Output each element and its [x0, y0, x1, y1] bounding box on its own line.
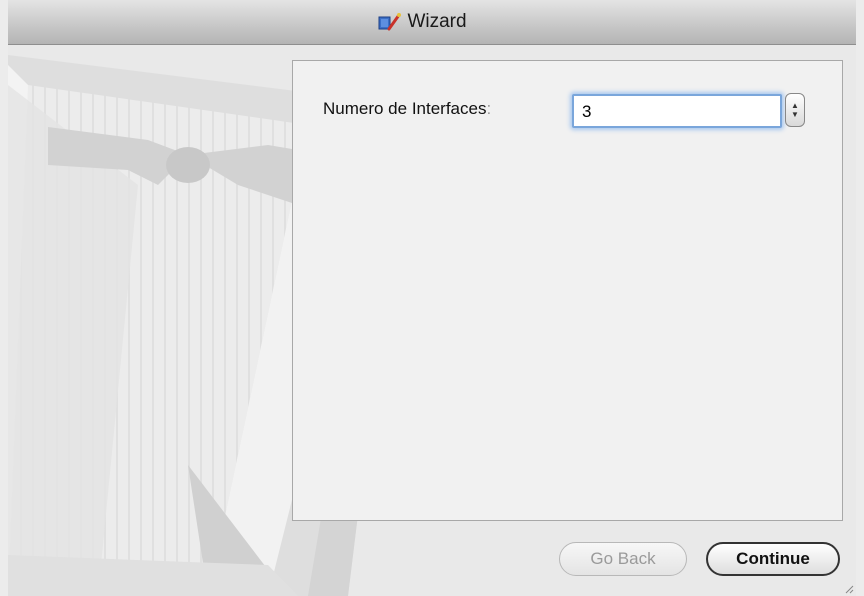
resize-grip-icon[interactable] — [842, 582, 854, 594]
window-title: Wizard — [407, 11, 467, 32]
interfaces-label-colon: : — [486, 99, 492, 118]
interfaces-input[interactable]: 3 — [572, 94, 782, 128]
stepper-up-icon[interactable]: ▲ — [791, 101, 799, 110]
continue-button[interactable]: Continue — [706, 542, 840, 576]
interfaces-label-wrap: Numero de Interfaces: — [323, 99, 491, 119]
interfaces-label: Numero de Interfaces — [323, 99, 487, 118]
wizard-content: Numero de Interfaces: 3 ▲ ▼ — [8, 45, 856, 596]
title-bar[interactable]: Wizard — [8, 0, 856, 45]
title-wrap: Wizard — [377, 11, 467, 33]
wizard-window: Wizard Numero de Interfaces: 3 ▲ ▼ Go Ba… — [8, 0, 856, 596]
interfaces-stepper[interactable]: ▲ ▼ — [785, 93, 805, 127]
wizard-panel: Numero de Interfaces: 3 ▲ ▼ — [292, 60, 843, 521]
wizard-app-icon — [378, 13, 402, 31]
go-back-button[interactable]: Go Back — [559, 542, 687, 576]
stepper-down-icon[interactable]: ▼ — [791, 110, 799, 119]
